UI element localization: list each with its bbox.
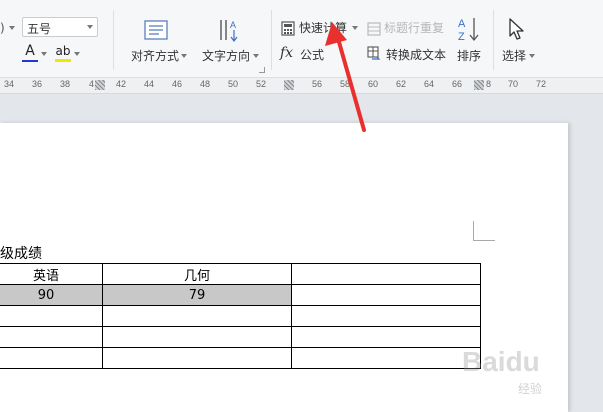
watermark-sub: 经验 xyxy=(518,382,543,396)
watermark-logo: Baidu xyxy=(462,346,540,377)
